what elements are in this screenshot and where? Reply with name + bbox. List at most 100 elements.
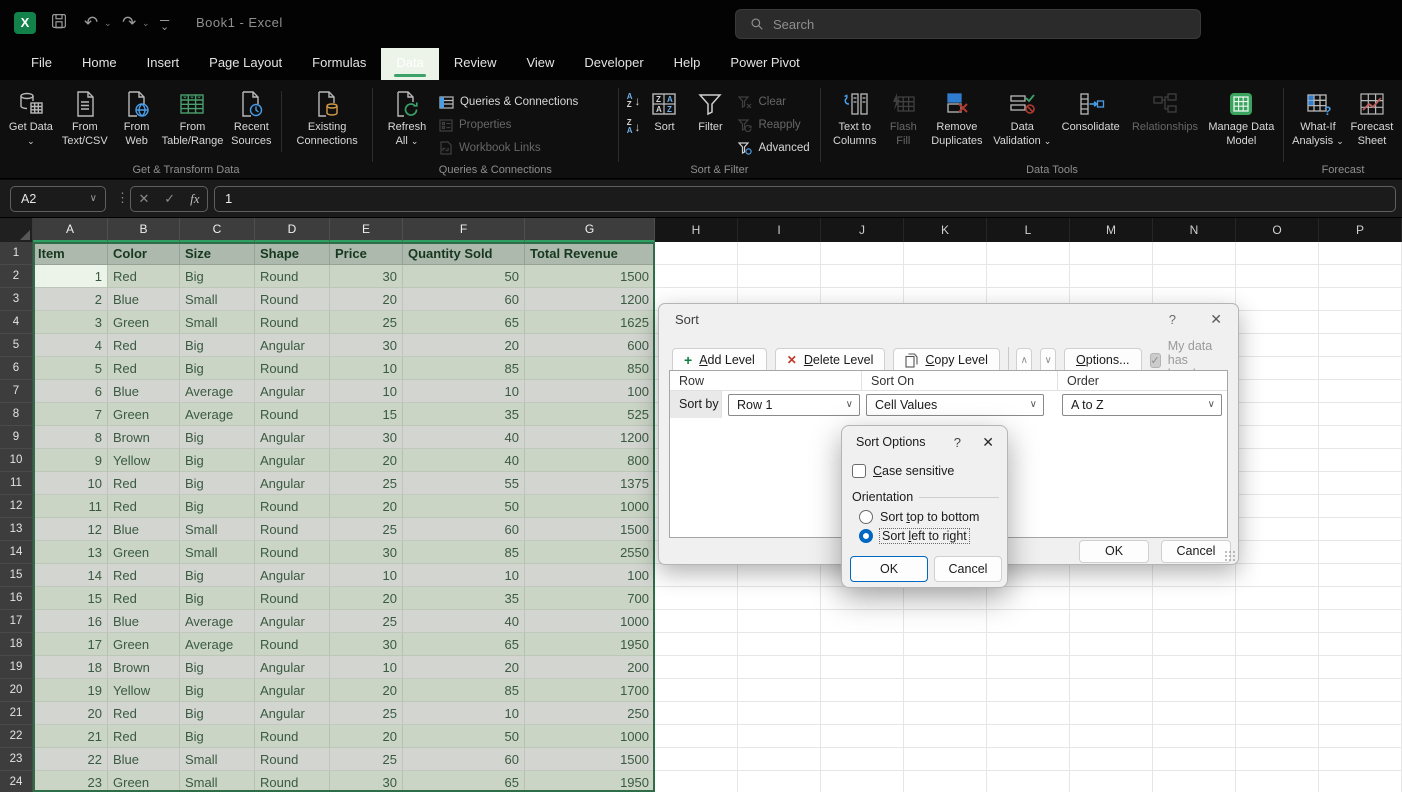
cell-K24[interactable] <box>904 771 987 792</box>
cell-C22[interactable]: Big <box>180 725 255 748</box>
cell-F5[interactable]: 20 <box>403 334 525 357</box>
cell-A2[interactable]: 1 <box>33 265 108 288</box>
move-down-button[interactable]: ∨ <box>1040 348 1056 373</box>
cell-A24[interactable]: 23 <box>33 771 108 792</box>
cell-M24[interactable] <box>1070 771 1153 792</box>
cell-P5[interactable] <box>1319 334 1402 357</box>
cell-A22[interactable]: 21 <box>33 725 108 748</box>
cell-P11[interactable] <box>1319 472 1402 495</box>
cell-O19[interactable] <box>1236 656 1319 679</box>
cell-P16[interactable] <box>1319 587 1402 610</box>
column-header-L[interactable]: L <box>987 218 1070 242</box>
from-web-button[interactable]: From Web <box>114 85 160 151</box>
cell-P8[interactable] <box>1319 403 1402 426</box>
cell-I22[interactable] <box>738 725 821 748</box>
cell-H18[interactable] <box>655 633 738 656</box>
cell-C16[interactable]: Big <box>180 587 255 610</box>
cell-G3[interactable]: 1200 <box>525 288 655 311</box>
cell-I20[interactable] <box>738 679 821 702</box>
cell-J18[interactable] <box>821 633 904 656</box>
cell-B6[interactable]: Red <box>108 357 180 380</box>
cell-F9[interactable]: 40 <box>403 426 525 449</box>
cell-N15[interactable] <box>1153 564 1236 587</box>
cell-C18[interactable]: Average <box>180 633 255 656</box>
cell-C10[interactable]: Big <box>180 449 255 472</box>
cell-M19[interactable] <box>1070 656 1153 679</box>
cell-H19[interactable] <box>655 656 738 679</box>
cell-E9[interactable]: 30 <box>330 426 403 449</box>
cell-F16[interactable]: 35 <box>403 587 525 610</box>
cell-C6[interactable]: Big <box>180 357 255 380</box>
cell-F23[interactable]: 60 <box>403 748 525 771</box>
from-text-csv-button[interactable]: From Text/CSV <box>56 85 114 151</box>
cell-E6[interactable]: 10 <box>330 357 403 380</box>
cell-C1[interactable]: Size <box>180 242 255 265</box>
cell-N16[interactable] <box>1153 587 1236 610</box>
cell-O22[interactable] <box>1236 725 1319 748</box>
cell-B8[interactable]: Green <box>108 403 180 426</box>
data-validation-button[interactable]: Data Validation ⌄ <box>990 85 1055 151</box>
customize-quick-access-icon[interactable]: ⌄ <box>160 16 169 38</box>
cell-O5[interactable] <box>1236 334 1319 357</box>
cell-E20[interactable]: 20 <box>330 679 403 702</box>
cell-L2[interactable] <box>987 265 1070 288</box>
column-header-N[interactable]: N <box>1153 218 1236 242</box>
cell-H16[interactable] <box>655 587 738 610</box>
cell-P17[interactable] <box>1319 610 1402 633</box>
cell-L21[interactable] <box>987 702 1070 725</box>
cell-F3[interactable]: 60 <box>403 288 525 311</box>
cell-C23[interactable]: Small <box>180 748 255 771</box>
cell-F21[interactable]: 10 <box>403 702 525 725</box>
cell-P3[interactable] <box>1319 288 1402 311</box>
flash-fill-button[interactable]: Flash Fill <box>883 85 925 151</box>
cell-D22[interactable]: Round <box>255 725 330 748</box>
cell-O14[interactable] <box>1236 541 1319 564</box>
cell-C21[interactable]: Big <box>180 702 255 725</box>
sort-ascending-button[interactable]: AZ ↓ <box>627 93 641 109</box>
cell-N19[interactable] <box>1153 656 1236 679</box>
column-header-F[interactable]: F <box>403 218 525 242</box>
cell-F4[interactable]: 65 <box>403 311 525 334</box>
cell-O1[interactable] <box>1236 242 1319 265</box>
cell-E7[interactable]: 10 <box>330 380 403 403</box>
save-icon[interactable] <box>50 12 68 30</box>
cell-A3[interactable]: 2 <box>33 288 108 311</box>
cell-F8[interactable]: 35 <box>403 403 525 426</box>
cell-P9[interactable] <box>1319 426 1402 449</box>
sort-order-select[interactable]: A to Z ∨ <box>1062 394 1222 416</box>
cell-A15[interactable]: 14 <box>33 564 108 587</box>
cell-P10[interactable] <box>1319 449 1402 472</box>
from-table-range-button[interactable]: From Table/Range <box>160 85 226 151</box>
column-header-K[interactable]: K <box>904 218 987 242</box>
cell-G15[interactable]: 100 <box>525 564 655 587</box>
cell-C11[interactable]: Big <box>180 472 255 495</box>
cell-D21[interactable]: Angular <box>255 702 330 725</box>
move-up-button[interactable]: ∧ <box>1016 348 1032 373</box>
cell-A4[interactable]: 3 <box>33 311 108 334</box>
name-box[interactable]: A2 ∨ <box>10 186 106 212</box>
cell-N1[interactable] <box>1153 242 1236 265</box>
cell-D7[interactable]: Angular <box>255 380 330 403</box>
menu-help[interactable]: Help <box>659 48 716 80</box>
sort-on-select[interactable]: Cell Values ∨ <box>866 394 1044 416</box>
cell-D18[interactable]: Round <box>255 633 330 656</box>
cell-O20[interactable] <box>1236 679 1319 702</box>
cell-B21[interactable]: Red <box>108 702 180 725</box>
cell-A8[interactable]: 7 <box>33 403 108 426</box>
cell-C8[interactable]: Average <box>180 403 255 426</box>
cell-A11[interactable]: 10 <box>33 472 108 495</box>
cell-J19[interactable] <box>821 656 904 679</box>
cell-F7[interactable]: 10 <box>403 380 525 403</box>
cell-A23[interactable]: 22 <box>33 748 108 771</box>
row-header-23[interactable]: 23 <box>0 748 33 771</box>
cell-I23[interactable] <box>738 748 821 771</box>
cell-B23[interactable]: Blue <box>108 748 180 771</box>
cell-E5[interactable]: 30 <box>330 334 403 357</box>
cell-F20[interactable]: 85 <box>403 679 525 702</box>
row-header-18[interactable]: 18 <box>0 633 33 656</box>
cell-F18[interactable]: 65 <box>403 633 525 656</box>
cell-M22[interactable] <box>1070 725 1153 748</box>
cell-E8[interactable]: 15 <box>330 403 403 426</box>
what-if-analysis-button[interactable]: ? What-If Analysis ⌄ <box>1290 85 1346 151</box>
cell-E10[interactable]: 20 <box>330 449 403 472</box>
